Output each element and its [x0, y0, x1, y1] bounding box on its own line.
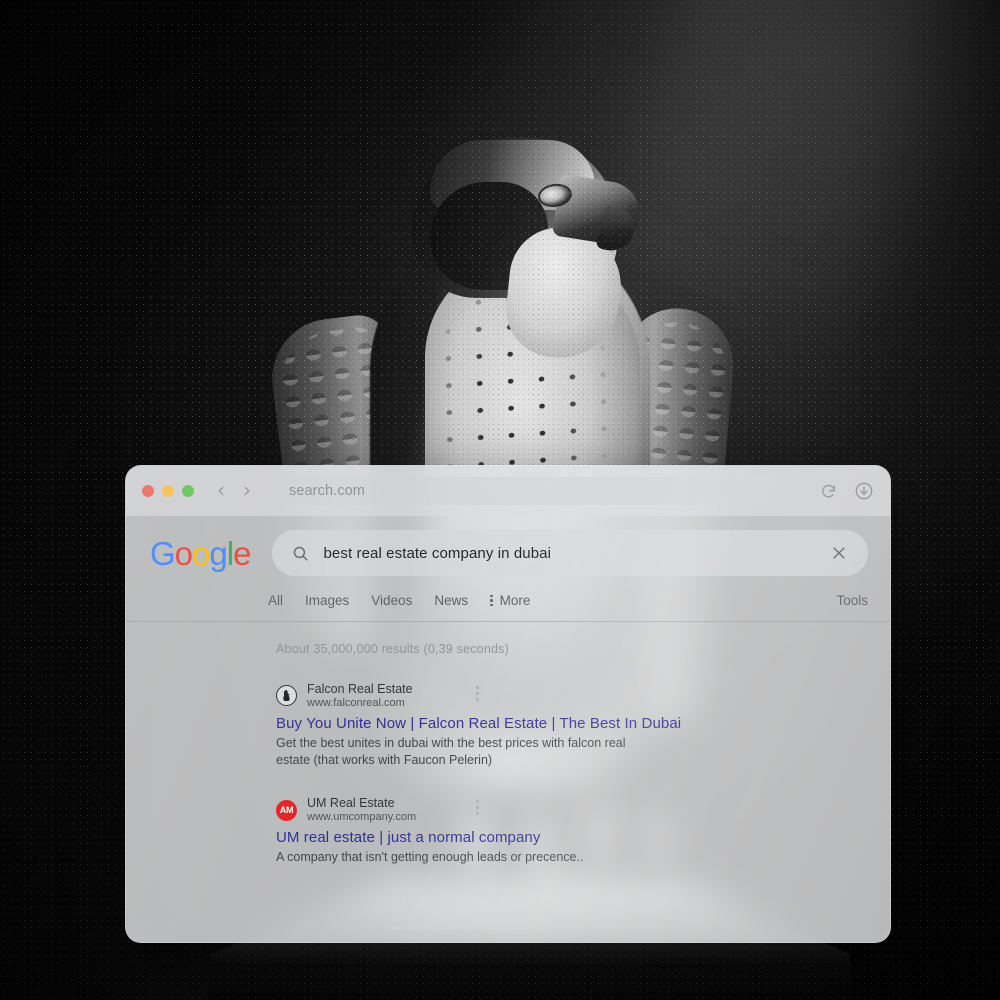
tab-images[interactable]: Images — [305, 593, 349, 616]
search-icon — [292, 545, 309, 562]
google-logo-letter-3: g — [209, 534, 227, 572]
result-description: A company that isn't getting enough lead… — [276, 849, 584, 864]
result-options-button[interactable] — [476, 686, 479, 701]
result-title-link[interactable]: UM real estate | just a normal company — [276, 829, 696, 846]
light-beam-secondary — [558, 0, 970, 476]
reload-icon — [821, 484, 835, 497]
chevron-left-icon — [218, 486, 224, 496]
close-window-button[interactable] — [142, 485, 154, 497]
result-site-url: www.falconreal.com — [307, 696, 405, 709]
tools-button[interactable]: Tools — [836, 593, 868, 616]
result-stats: About 35,000,000 results (0,39 seconds) — [276, 642, 509, 656]
google-logo-letter-1: o — [174, 534, 193, 572]
address-bar-text: search.com — [289, 483, 365, 499]
google-search-header: Google best real estate company in dubai — [126, 516, 890, 584]
search-box[interactable]: best real estate company in dubai — [272, 530, 868, 576]
result-site-info: Falcon Real Estate www.falconreal.com — [307, 682, 413, 710]
falcon-eye — [538, 184, 572, 207]
tab-images-label: Images — [305, 593, 350, 608]
maximize-window-button[interactable] — [182, 485, 194, 497]
google-logo-letter-5: e — [233, 534, 251, 572]
search-filter-tabs: All Images Videos News More Tools — [126, 584, 890, 622]
tab-news-label: News — [434, 593, 469, 608]
chevron-right-icon — [244, 486, 250, 496]
tab-all[interactable]: All — [268, 593, 283, 616]
google-logo[interactable]: Google — [148, 534, 251, 572]
falcon-silhouette-icon — [283, 690, 291, 702]
result-title-link[interactable]: Buy You Unite Now | Falcon Real Estate |… — [276, 715, 696, 732]
clear-search-button[interactable] — [830, 544, 854, 562]
browser-nav-buttons — [210, 480, 258, 502]
close-icon — [833, 547, 845, 559]
screenshot-stage: search.com Google best real estate compa… — [0, 0, 1000, 1000]
address-bar[interactable]: search.com — [277, 477, 795, 505]
falcon-head — [412, 138, 617, 298]
tab-more[interactable]: More — [490, 593, 530, 616]
search-results: About 35,000,000 results (0,39 seconds) … — [126, 622, 890, 867]
window-traffic-lights — [142, 485, 194, 497]
falcon-logo-icon — [276, 685, 297, 707]
falcon-beak-tip — [595, 204, 639, 256]
falcon-crown — [430, 140, 595, 210]
tab-all-label: All — [268, 593, 284, 608]
browser-window: search.com Google best real estate compa… — [125, 465, 891, 943]
google-logo-letter-2: o — [192, 534, 210, 572]
google-logo-letter-0: G — [150, 534, 176, 572]
reload-button[interactable] — [816, 479, 840, 503]
download-button[interactable] — [852, 479, 876, 503]
result-site-name: Falcon Real Estate — [307, 682, 413, 696]
result-header: Falcon Real Estate www.falconreal.com — [276, 682, 696, 710]
browser-chrome-bar: search.com — [126, 466, 890, 516]
tab-videos-label: Videos — [371, 593, 413, 608]
forward-button[interactable] — [236, 480, 258, 502]
search-result-item: Falcon Real Estate www.falconreal.com Bu… — [276, 682, 696, 770]
falcon-beak — [551, 173, 645, 249]
result-site-info: UM Real Estate www.umcompany.com — [307, 796, 416, 824]
result-options-button[interactable] — [476, 800, 479, 816]
result-site-url: www.umcompany.com — [307, 810, 417, 823]
falcon-throat — [501, 222, 627, 364]
falcon-cheek — [430, 182, 548, 290]
kebab-menu-icon — [490, 594, 493, 607]
download-icon — [855, 482, 873, 500]
search-input[interactable]: best real estate company in dubai — [323, 545, 816, 562]
tab-news[interactable]: News — [434, 593, 468, 616]
result-description: Get the best unites in dubai with the be… — [276, 735, 626, 768]
tab-more-label: More — [499, 593, 531, 608]
result-site-name: UM Real Estate — [307, 796, 395, 811]
result-header: AM UM Real Estate www.umcompany.com — [276, 796, 696, 824]
minimize-window-button[interactable] — [162, 485, 174, 497]
tab-videos[interactable]: Videos — [371, 593, 412, 616]
browser-chrome-actions — [816, 479, 876, 503]
am-logo-icon: AM — [276, 799, 297, 821]
back-button[interactable] — [210, 480, 232, 502]
search-result-item: AM UM Real Estate www.umcompany.com UM r… — [276, 796, 696, 866]
